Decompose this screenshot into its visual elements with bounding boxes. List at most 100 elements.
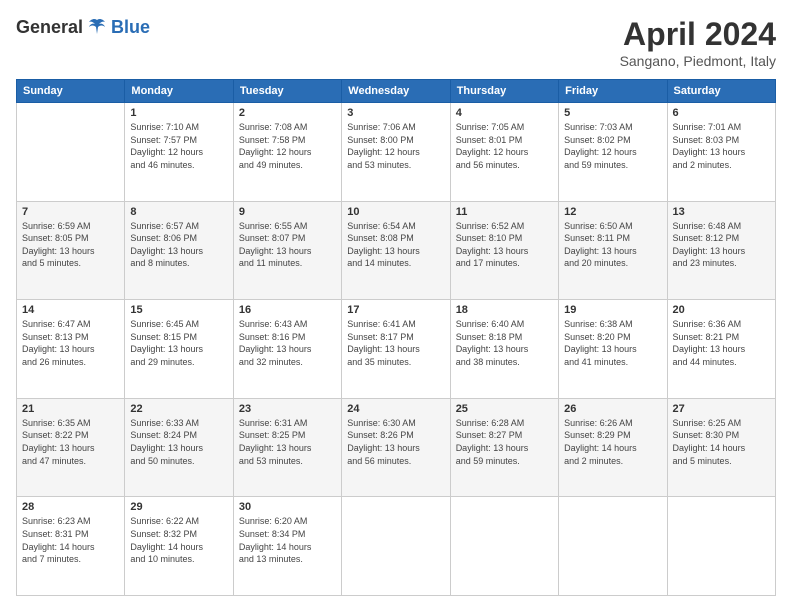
day-number: 7	[22, 206, 119, 218]
calendar-day-21: 21 Sunrise: 6:35 AMSunset: 8:22 PMDayligh…	[17, 398, 125, 497]
day-info: Sunrise: 6:23 AMSunset: 8:31 PMDaylight:…	[22, 515, 119, 565]
month-title: April 2024	[620, 16, 776, 53]
day-number: 11	[456, 206, 553, 218]
day-header-wednesday: Wednesday	[342, 80, 450, 103]
calendar-day-19: 19Sunrise: 6:38 AMSunset: 8:20 PMDayligh…	[559, 300, 667, 399]
day-info: Sunrise: 6:26 AMSunset: 8:29 PMDaylight:…	[564, 417, 661, 467]
day-info: Sunrise: 6:22 AMSunset: 8:32 PMDaylight:…	[130, 515, 227, 565]
day-number: 28	[22, 501, 119, 513]
calendar-day-24: 24Sunrise: 6:30 AMSunset: 8:26 PMDayligh…	[342, 398, 450, 497]
page: General Blue April 2024 Sangano, Piedmon…	[0, 0, 792, 612]
day-number: 19	[564, 304, 661, 316]
day-number: 5	[564, 107, 661, 119]
day-header-friday: Friday	[559, 80, 667, 103]
day-header-thursday: Thursday	[450, 80, 558, 103]
day-header-saturday: Saturday	[667, 80, 775, 103]
day-number: 24	[347, 403, 444, 415]
calendar-day-18: 18 Sunrise: 6:40 AMSunset: 8:18 PMDayligh…	[450, 300, 558, 399]
day-info: Sunrise: 6:43 AMSunset: 8:16 PMDaylight:…	[239, 318, 336, 368]
day-info: Sunrise: 7:08 AMSunset: 7:58 PMDaylight:…	[239, 121, 336, 171]
day-info: Sunrise: 6:54 AMSunset: 8:08 PMDaylight:…	[347, 220, 444, 270]
day-info: Sunrise: 7:05 AMSunset: 8:01 PMDaylight:…	[456, 121, 553, 171]
day-number: 4	[456, 107, 553, 119]
calendar-week-5: 28 Sunrise: 6:23 AMSunset: 8:31 PMDayligh…	[17, 497, 776, 596]
day-number: 30	[239, 501, 336, 513]
day-info: Sunrise: 6:20 AMSunset: 8:34 PMDaylight:…	[239, 515, 336, 565]
day-info: Sunrise: 7:10 AMSunset: 7:57 PMDaylight:…	[130, 121, 227, 171]
calendar-day-15: 15 Sunrise: 6:45 AMSunset: 8:15 PMDayligh…	[125, 300, 233, 399]
day-number: 17	[347, 304, 444, 316]
calendar-day-22: 22 Sunrise: 6:33 AMSunset: 8:24 PMDayligh…	[125, 398, 233, 497]
day-number: 3	[347, 107, 444, 119]
day-number: 8	[130, 206, 227, 218]
calendar-day-3: 3 Sunrise: 7:06 AMSunset: 8:00 PMDaylight…	[342, 103, 450, 202]
calendar-day-25: 25 Sunrise: 6:28 AMSunset: 8:27 PMDayligh…	[450, 398, 558, 497]
calendar-day-17: 17 Sunrise: 6:41 AMSunset: 8:17 PMDayligh…	[342, 300, 450, 399]
location: Sangano, Piedmont, Italy	[620, 53, 776, 69]
calendar-week-2: 7 Sunrise: 6:59 AMSunset: 8:05 PMDaylight…	[17, 201, 776, 300]
calendar-day-16: 16 Sunrise: 6:43 AMSunset: 8:16 PMDayligh…	[233, 300, 341, 399]
calendar-day-29: 29 Sunrise: 6:22 AMSunset: 8:32 PMDayligh…	[125, 497, 233, 596]
day-info: Sunrise: 7:01 AMSunset: 8:03 PMDaylight:…	[673, 121, 770, 171]
day-info: Sunrise: 6:47 AMSunset: 8:13 PMDaylight:…	[22, 318, 119, 368]
calendar-day-11: 11 Sunrise: 6:52 AMSunset: 8:10 PMDayligh…	[450, 201, 558, 300]
day-number: 10	[347, 206, 444, 218]
calendar-day-28: 28 Sunrise: 6:23 AMSunset: 8:31 PMDayligh…	[17, 497, 125, 596]
day-number: 6	[673, 107, 770, 119]
day-info: Sunrise: 6:31 AMSunset: 8:25 PMDaylight:…	[239, 417, 336, 467]
day-number: 13	[673, 206, 770, 218]
day-info: Sunrise: 6:45 AMSunset: 8:15 PMDaylight:…	[130, 318, 227, 368]
day-number: 2	[239, 107, 336, 119]
calendar-table: SundayMondayTuesdayWednesdayThursdayFrid…	[16, 79, 776, 596]
day-number: 9	[239, 206, 336, 218]
day-info: Sunrise: 6:52 AMSunset: 8:10 PMDaylight:…	[456, 220, 553, 270]
day-info: Sunrise: 6:25 AMSunset: 8:30 PMDaylight:…	[673, 417, 770, 467]
day-number: 16	[239, 304, 336, 316]
calendar-day-4: 4 Sunrise: 7:05 AMSunset: 8:01 PMDaylight…	[450, 103, 558, 202]
day-number: 15	[130, 304, 227, 316]
day-info: Sunrise: 6:48 AMSunset: 8:12 PMDaylight:…	[673, 220, 770, 270]
calendar-day-6: 6 Sunrise: 7:01 AMSunset: 8:03 PMDaylight…	[667, 103, 775, 202]
calendar-day-26: 26Sunrise: 6:26 AMSunset: 8:29 PMDayligh…	[559, 398, 667, 497]
calendar-day-13: 13 Sunrise: 6:48 AMSunset: 8:12 PMDayligh…	[667, 201, 775, 300]
day-number: 12	[564, 206, 661, 218]
logo-general: General	[16, 17, 83, 38]
day-header-tuesday: Tuesday	[233, 80, 341, 103]
empty-cell	[17, 103, 125, 202]
day-info: Sunrise: 6:40 AMSunset: 8:18 PMDaylight:…	[456, 318, 553, 368]
day-header-monday: Monday	[125, 80, 233, 103]
calendar-day-1: 1Sunrise: 7:10 AMSunset: 7:57 PMDaylight…	[125, 103, 233, 202]
title-block: April 2024 Sangano, Piedmont, Italy	[620, 16, 776, 69]
day-info: Sunrise: 6:35 AMSunset: 8:22 PMDaylight:…	[22, 417, 119, 467]
day-info: Sunrise: 7:06 AMSunset: 8:00 PMDaylight:…	[347, 121, 444, 171]
day-number: 20	[673, 304, 770, 316]
empty-cell	[559, 497, 667, 596]
day-info: Sunrise: 6:41 AMSunset: 8:17 PMDaylight:…	[347, 318, 444, 368]
empty-cell	[450, 497, 558, 596]
day-number: 29	[130, 501, 227, 513]
day-number: 21	[22, 403, 119, 415]
day-info: Sunrise: 6:33 AMSunset: 8:24 PMDaylight:…	[130, 417, 227, 467]
day-info: Sunrise: 7:03 AMSunset: 8:02 PMDaylight:…	[564, 121, 661, 171]
day-info: Sunrise: 6:59 AMSunset: 8:05 PMDaylight:…	[22, 220, 119, 270]
header: General Blue April 2024 Sangano, Piedmon…	[16, 16, 776, 69]
day-header-sunday: Sunday	[17, 80, 125, 103]
day-number: 14	[22, 304, 119, 316]
day-number: 23	[239, 403, 336, 415]
day-info: Sunrise: 6:50 AMSunset: 8:11 PMDaylight:…	[564, 220, 661, 270]
day-info: Sunrise: 6:36 AMSunset: 8:21 PMDaylight:…	[673, 318, 770, 368]
day-number: 18	[456, 304, 553, 316]
calendar-day-12: 12 Sunrise: 6:50 AMSunset: 8:11 PMDayligh…	[559, 201, 667, 300]
calendar-day-5: 5 Sunrise: 7:03 AMSunset: 8:02 PMDaylight…	[559, 103, 667, 202]
day-number: 25	[456, 403, 553, 415]
calendar-day-10: 10 Sunrise: 6:54 AMSunset: 8:08 PMDayligh…	[342, 201, 450, 300]
day-info: Sunrise: 6:57 AMSunset: 8:06 PMDaylight:…	[130, 220, 227, 270]
calendar-day-14: 14 Sunrise: 6:47 AMSunset: 8:13 PMDayligh…	[17, 300, 125, 399]
calendar-week-4: 21 Sunrise: 6:35 AMSunset: 8:22 PMDayligh…	[17, 398, 776, 497]
calendar-day-2: 2 Sunrise: 7:08 AMSunset: 7:58 PMDaylight…	[233, 103, 341, 202]
calendar-day-20: 20 Sunrise: 6:36 AMSunset: 8:21 PMDayligh…	[667, 300, 775, 399]
day-number: 22	[130, 403, 227, 415]
calendar-day-7: 7 Sunrise: 6:59 AMSunset: 8:05 PMDaylight…	[17, 201, 125, 300]
calendar-day-9: 9Sunrise: 6:55 AMSunset: 8:07 PMDaylight…	[233, 201, 341, 300]
day-info: Sunrise: 6:28 AMSunset: 8:27 PMDaylight:…	[456, 417, 553, 467]
